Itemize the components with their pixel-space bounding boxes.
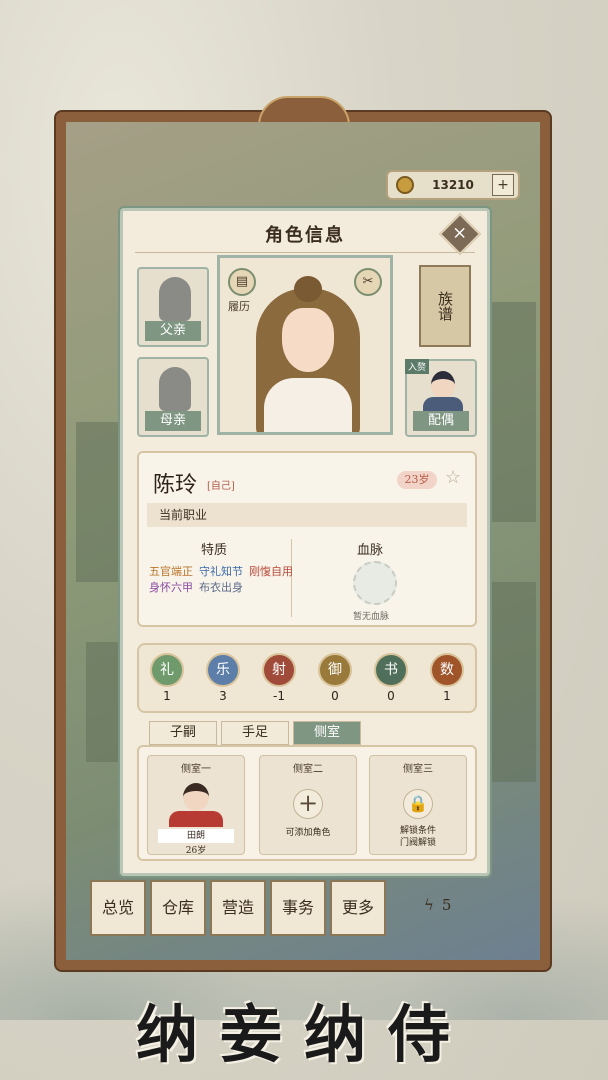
genealogy-book-button[interactable]: 族谱: [419, 265, 471, 347]
resume-icon[interactable]: ▤: [228, 268, 256, 296]
trait-item[interactable]: 刚愎自用: [249, 563, 293, 579]
attribute-item[interactable]: 乐3: [203, 653, 243, 711]
age-badge: 23岁: [397, 471, 437, 489]
portrait-robe: [264, 378, 352, 432]
relation-tabs: 子嗣 手足 侧室: [149, 721, 361, 745]
add-icon: +: [293, 789, 323, 819]
attribute-item[interactable]: 御0: [315, 653, 355, 711]
nav-overview-button[interactable]: 总览: [90, 880, 146, 936]
concubine-slots: 侧室一 田朗 26岁 侧室二 + 可添加角色 侧室三 🔒 解锁条件 门阀解锁: [137, 745, 477, 861]
concubine-body: [169, 811, 223, 827]
concubine-age: 26岁: [185, 846, 207, 856]
character-name: 陈玲: [153, 473, 198, 498]
attribute-item[interactable]: 数1: [427, 653, 467, 711]
bloodline-none: 暂无血脉: [353, 612, 390, 622]
attribute-icon: 乐: [206, 653, 240, 687]
promo-banner-title: 纳妾纳侍: [135, 998, 472, 1071]
spouse-label: 配偶: [413, 411, 469, 431]
bottom-nav: 总览 仓库 营造 事务 更多: [90, 880, 386, 936]
slot-title: 侧室三: [403, 764, 433, 775]
nav-more-button[interactable]: 更多: [330, 880, 386, 936]
nav-warehouse-button[interactable]: 仓库: [150, 880, 206, 936]
coin-counter: 13210 +: [386, 170, 520, 200]
tab-concubines[interactable]: 侧室: [293, 721, 361, 745]
unlock-condition: 解锁条件: [399, 826, 436, 836]
trait-item[interactable]: 布衣出身: [199, 579, 243, 595]
attribute-icon: 书: [374, 653, 408, 687]
slot-title: 侧室二: [293, 764, 323, 775]
tab-children[interactable]: 子嗣: [149, 721, 217, 745]
close-icon: ×: [452, 223, 468, 244]
lightning-icon: ϟ: [424, 896, 434, 914]
coin-value: 13210: [432, 178, 474, 192]
energy-value: 5: [441, 896, 452, 914]
nav-build-button[interactable]: 营造: [210, 880, 266, 936]
panel-title: 角色信息: [135, 219, 475, 253]
attribute-value: 0: [331, 689, 339, 703]
nav-affairs-button[interactable]: 事务: [270, 880, 326, 936]
character-info-card: 陈玲 [自己] 23岁 ☆ 当前职业 特质 血脉 五官端正 守礼知节 刚愎自用 …: [137, 451, 477, 627]
attribute-value: -1: [273, 689, 285, 703]
mother-silhouette: [159, 367, 191, 411]
resume-label: 履历: [228, 300, 250, 313]
attribute-icon: 礼: [150, 653, 184, 687]
concubine-slot-1[interactable]: 侧室一 田朗 26岁: [147, 755, 245, 856]
character-portrait: ▤ 履历 ✂: [217, 255, 393, 435]
favorite-star-icon[interactable]: ☆: [445, 467, 461, 488]
lock-icon: 🔒: [403, 789, 433, 819]
trait-item[interactable]: 五官端正: [149, 563, 193, 579]
attribute-value: 3: [219, 689, 227, 703]
add-coins-button[interactable]: +: [492, 174, 514, 196]
attribute-item[interactable]: 礼1: [147, 653, 187, 711]
father-silhouette: [159, 277, 191, 321]
bloodline-icon: [353, 561, 397, 605]
current-job: 当前职业: [147, 503, 467, 527]
concubine-slot-3[interactable]: 侧室三 🔒 解锁条件 门阀解锁: [369, 755, 467, 855]
unlock-requirement: 门阀解锁: [399, 838, 436, 848]
slot-desc: 可添加角色: [285, 828, 331, 838]
concubine-name: 田朗: [158, 829, 234, 843]
traits-title: 特质: [201, 543, 228, 558]
father-label: 父亲: [145, 321, 201, 341]
tab-siblings[interactable]: 手足: [221, 721, 289, 745]
character-info-panel: 角色信息 × 父亲 母亲 ▤ 履历 ✂ 族谱 入赘 配偶 陈玲 [自己] 23岁…: [120, 208, 490, 876]
attribute-value: 1: [163, 689, 171, 703]
spouse-card[interactable]: 入赘 配偶: [405, 359, 477, 437]
self-tag: [自己]: [207, 481, 235, 492]
attribute-icon: 射: [262, 653, 296, 687]
bloodline-title: 血脉: [357, 543, 384, 558]
attribute-icon: 御: [318, 653, 352, 687]
attribute-value: 1: [443, 689, 451, 703]
portrait-face: [282, 308, 334, 372]
concubine-slot-2[interactable]: 侧室二 + 可添加角色: [259, 755, 357, 855]
coin-icon: [396, 176, 414, 194]
mother-label: 母亲: [145, 411, 201, 431]
mother-card[interactable]: 母亲: [137, 357, 209, 437]
father-card[interactable]: 父亲: [137, 267, 209, 347]
spouse-tag: 入赘: [405, 359, 430, 374]
trait-item[interactable]: 身怀六甲: [149, 579, 193, 595]
scissors-icon[interactable]: ✂: [354, 268, 382, 296]
attribute-item[interactable]: 书0: [371, 653, 411, 711]
attribute-icon: 数: [430, 653, 464, 687]
portrait-bun: [294, 276, 322, 302]
trait-item[interactable]: 守礼知节: [199, 563, 243, 579]
slot-title: 侧室一: [181, 764, 211, 775]
attributes-bar: 礼1 乐3 射 -1 御0 书0 数1: [137, 643, 477, 713]
attribute-item[interactable]: 射 -1: [259, 653, 299, 711]
spouse-face: [431, 371, 455, 399]
energy-stat: ϟ 5: [424, 890, 484, 920]
concubine-face: [183, 783, 209, 811]
attribute-value: 0: [387, 689, 395, 703]
